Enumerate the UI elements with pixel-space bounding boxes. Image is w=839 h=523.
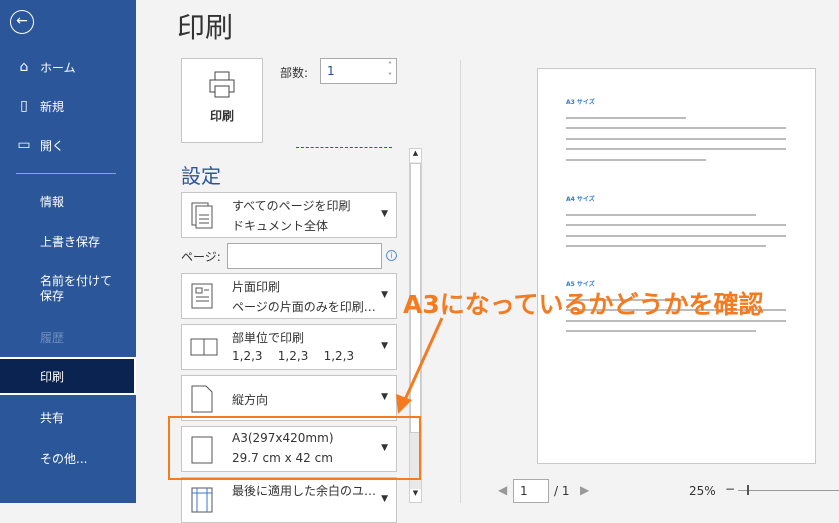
settings-heading: 設定 — [181, 164, 221, 188]
copies-value: 1 — [327, 64, 335, 78]
sidebar-item-save-as[interactable]: 名前を付けて保存 — [0, 272, 136, 306]
next-page-icon[interactable]: ▶ — [580, 483, 589, 497]
annotation-text: A3になっているかどうかを確認 — [403, 290, 764, 319]
sidebar-item-info[interactable]: 情報 — [0, 190, 136, 212]
label: 共有 — [40, 410, 65, 425]
label: 新規 — [40, 99, 65, 114]
dropdown-arrow-icon: ▼ — [381, 392, 388, 402]
label: 印刷 — [40, 369, 65, 384]
margins-icon — [191, 487, 213, 513]
scroll-down-icon[interactable]: ▼ — [410, 489, 421, 502]
sidebar-item-open[interactable]: ▭ 開く — [0, 134, 136, 156]
label: 最後に適用した余白のユ… — [232, 484, 377, 498]
back-button[interactable]: ← — [10, 10, 34, 34]
label: その他... — [40, 451, 88, 466]
divider — [460, 60, 461, 503]
sublabel: ドキュメント全体 — [232, 219, 329, 233]
previous-page-icon[interactable]: ◀ — [498, 483, 507, 497]
preview-heading: A3 サイズ — [566, 99, 595, 106]
dropdown-arrow-icon: ▼ — [381, 341, 388, 351]
sublabel: ページの片面のみを印刷… — [232, 300, 376, 314]
one-sided-icon — [191, 283, 213, 309]
divider — [16, 173, 116, 174]
zoom-slider[interactable] — [738, 490, 839, 491]
page-title: 印刷 — [177, 11, 234, 44]
duplex-dropdown[interactable]: 片面印刷ページの片面のみを印刷… ▼ — [181, 273, 397, 319]
copies-label: 部数: — [280, 66, 309, 80]
collate-dropdown[interactable]: 部単位で印刷 1,2,3 1,2,3 1,2,3 ▼ — [181, 324, 397, 370]
print-preview-page: A3 サイズ A4 サイズ A5 サイズ — [537, 68, 816, 464]
dropdown-arrow-icon: ▼ — [381, 209, 388, 219]
sidebar-item-home[interactable]: ⌂ ホーム — [0, 56, 136, 78]
print-range-dropdown[interactable]: すべてのページを印刷 ドキュメント全体 ▼ — [181, 192, 397, 238]
label: 上書き保存 — [40, 234, 101, 249]
label: 情報 — [40, 194, 65, 209]
zoom-level: 25% — [689, 484, 716, 498]
highlight-box — [168, 416, 421, 480]
zoom-out-icon[interactable]: − — [725, 482, 735, 496]
preview-heading: A4 サイズ — [566, 196, 595, 203]
info-icon[interactable]: i — [386, 250, 397, 261]
stepper-arrows-icon[interactable]: ˄ ˅ — [388, 60, 392, 82]
copies-stepper[interactable]: 1 ˄ ˅ — [320, 58, 397, 84]
folder-icon: ▭ — [17, 137, 31, 153]
label: 名前を付けて保存 — [40, 274, 113, 303]
sublabel: 1,2,3 1,2,3 1,2,3 — [232, 349, 355, 363]
label: 履歴 — [40, 330, 65, 345]
label: 部単位で印刷 — [232, 331, 305, 345]
print-button-label: 印刷 — [209, 109, 234, 123]
sidebar-item-more[interactable]: その他... — [0, 447, 136, 469]
label: ホーム — [40, 60, 76, 75]
label: 縦方向 — [232, 393, 269, 407]
annotation-arrow-icon — [396, 317, 444, 414]
pages-label: ページ: — [181, 250, 221, 264]
zoom-slider-thumb[interactable] — [747, 485, 749, 495]
sidebar-item-share[interactable]: 共有 — [0, 406, 136, 428]
portrait-icon — [191, 385, 213, 413]
sidebar-item-history: 履歴 — [0, 326, 136, 348]
printer-properties-link[interactable] — [296, 147, 392, 148]
pages-input[interactable] — [227, 243, 382, 269]
print-button[interactable]: 印刷 — [181, 58, 263, 143]
label: 片面印刷 — [232, 280, 281, 294]
home-icon: ⌂ — [19, 59, 29, 75]
page-number-input[interactable]: 1 — [513, 479, 549, 503]
dropdown-arrow-icon: ▼ — [381, 290, 388, 300]
sidebar-item-print[interactable]: 印刷 — [0, 357, 136, 395]
collated-icon — [190, 338, 218, 356]
backstage-sidebar: ← ⌂ ホーム ▯ 新規 ▭ 開く 情報 上書き保存 名前を付けて保存 履歴 印刷 共… — [0, 0, 136, 503]
margins-dropdown[interactable]: 最後に適用した余白のユ… ▼ — [181, 477, 397, 523]
sidebar-item-save[interactable]: 上書き保存 — [0, 230, 136, 252]
label: 開く — [40, 138, 65, 153]
orientation-dropdown[interactable]: 縦方向 ▼ — [181, 375, 397, 421]
label: すべてのページを印刷 — [232, 199, 351, 213]
new-document-icon: ▯ — [20, 98, 28, 114]
page-total: / 1 — [554, 484, 570, 498]
printer-icon — [209, 71, 235, 98]
pages-icon — [191, 202, 213, 229]
scroll-up-icon[interactable]: ▲ — [410, 149, 421, 162]
sidebar-item-new[interactable]: ▯ 新規 — [0, 95, 136, 117]
